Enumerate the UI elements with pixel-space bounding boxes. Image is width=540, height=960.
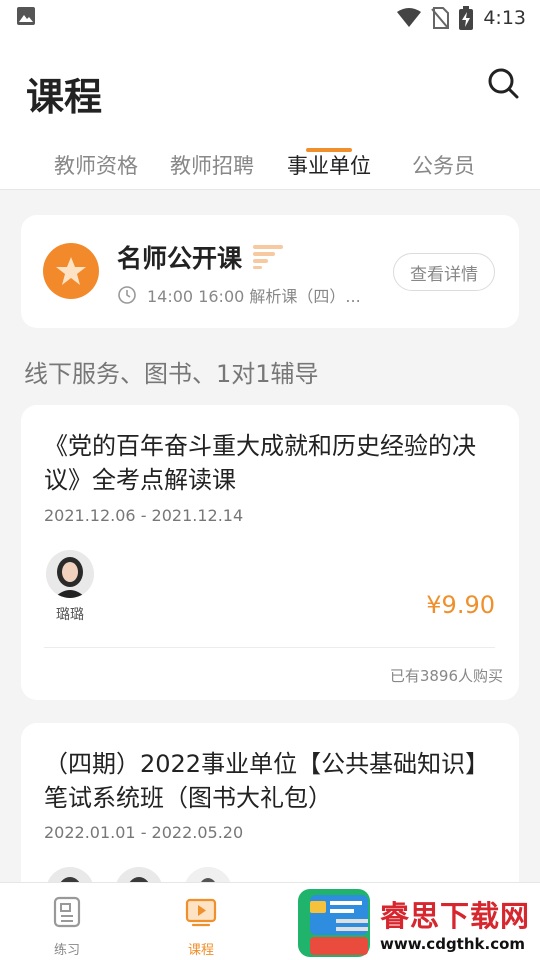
course-date: 2021.12.06 - 2021.12.14 xyxy=(44,506,244,525)
tab-civil-servant[interactable]: 公务员 xyxy=(412,150,475,180)
nav-course[interactable]: 课程 xyxy=(166,895,236,958)
tab-teacher-recruitment[interactable]: 教师招聘 xyxy=(170,150,254,180)
course-title: 《党的百年奋斗重大成就和历史经验的决议》全考点解读课 xyxy=(44,432,476,494)
schedule-text: 14:00 16:00 解析课（四）... xyxy=(147,287,361,306)
no-sim-icon xyxy=(431,7,450,29)
live-bars-icon xyxy=(253,245,283,269)
buyer-count: 已有3896人购买 xyxy=(389,667,503,685)
divider xyxy=(44,647,495,648)
practice-icon xyxy=(53,896,81,928)
nav-label: 课程 xyxy=(187,943,214,958)
course-icon xyxy=(185,898,217,927)
open-class-card[interactable]: 名师公开课 14:00 16:00 解析课（四）... 查看详情 xyxy=(21,215,519,328)
course-card[interactable]: 《党的百年奋斗重大成就和历史经验的决议》全考点解读课 2021.12.06 - … xyxy=(21,405,519,700)
wifi-icon xyxy=(397,8,422,27)
battery-charging-icon xyxy=(459,6,474,30)
status-time: 4:13 xyxy=(483,7,526,29)
watermark-url: www.cdgthk.com xyxy=(380,935,526,953)
clock-icon xyxy=(118,286,136,304)
watermark: 睿思下载网 www.cdgthk.com xyxy=(296,886,540,960)
active-tab-indicator xyxy=(306,148,352,152)
teacher: 璐璐 xyxy=(44,550,96,624)
open-class-title: 名师公开课 xyxy=(117,244,243,273)
tab-public-institution[interactable]: 事业单位 xyxy=(287,150,371,180)
category-tabs: 教师资格 教师招聘 事业单位 公务员 xyxy=(0,146,540,190)
star-icon xyxy=(43,243,99,299)
watermark-logo-icon xyxy=(298,889,370,957)
page-title: 课程 xyxy=(26,75,103,119)
search-icon[interactable] xyxy=(486,66,520,100)
course-title: （四期）2022事业单位【公共基础知识】笔试系统班（图书大礼包） xyxy=(44,750,490,812)
nav-label: 练习 xyxy=(53,943,80,958)
avatar xyxy=(46,550,94,598)
teacher-name: 璐璐 xyxy=(56,607,84,623)
section-title: 线下服务、图书、1对1辅导 xyxy=(24,360,319,388)
view-details-button[interactable]: 查看详情 xyxy=(393,253,495,291)
nav-practice[interactable]: 练习 xyxy=(32,895,102,958)
status-bar: 4:13 xyxy=(0,0,540,36)
course-price: ¥9.90 xyxy=(426,591,495,619)
open-class-schedule: 14:00 16:00 解析课（四）... xyxy=(117,283,361,307)
course-date: 2022.01.01 - 2022.05.20 xyxy=(44,823,244,842)
watermark-name: 睿思下载网 xyxy=(380,899,531,933)
app-bar: 课程 教师资格 教师招聘 事业单位 公务员 xyxy=(0,36,540,190)
tab-teacher-qualification[interactable]: 教师资格 xyxy=(54,150,138,180)
image-icon xyxy=(17,7,35,25)
